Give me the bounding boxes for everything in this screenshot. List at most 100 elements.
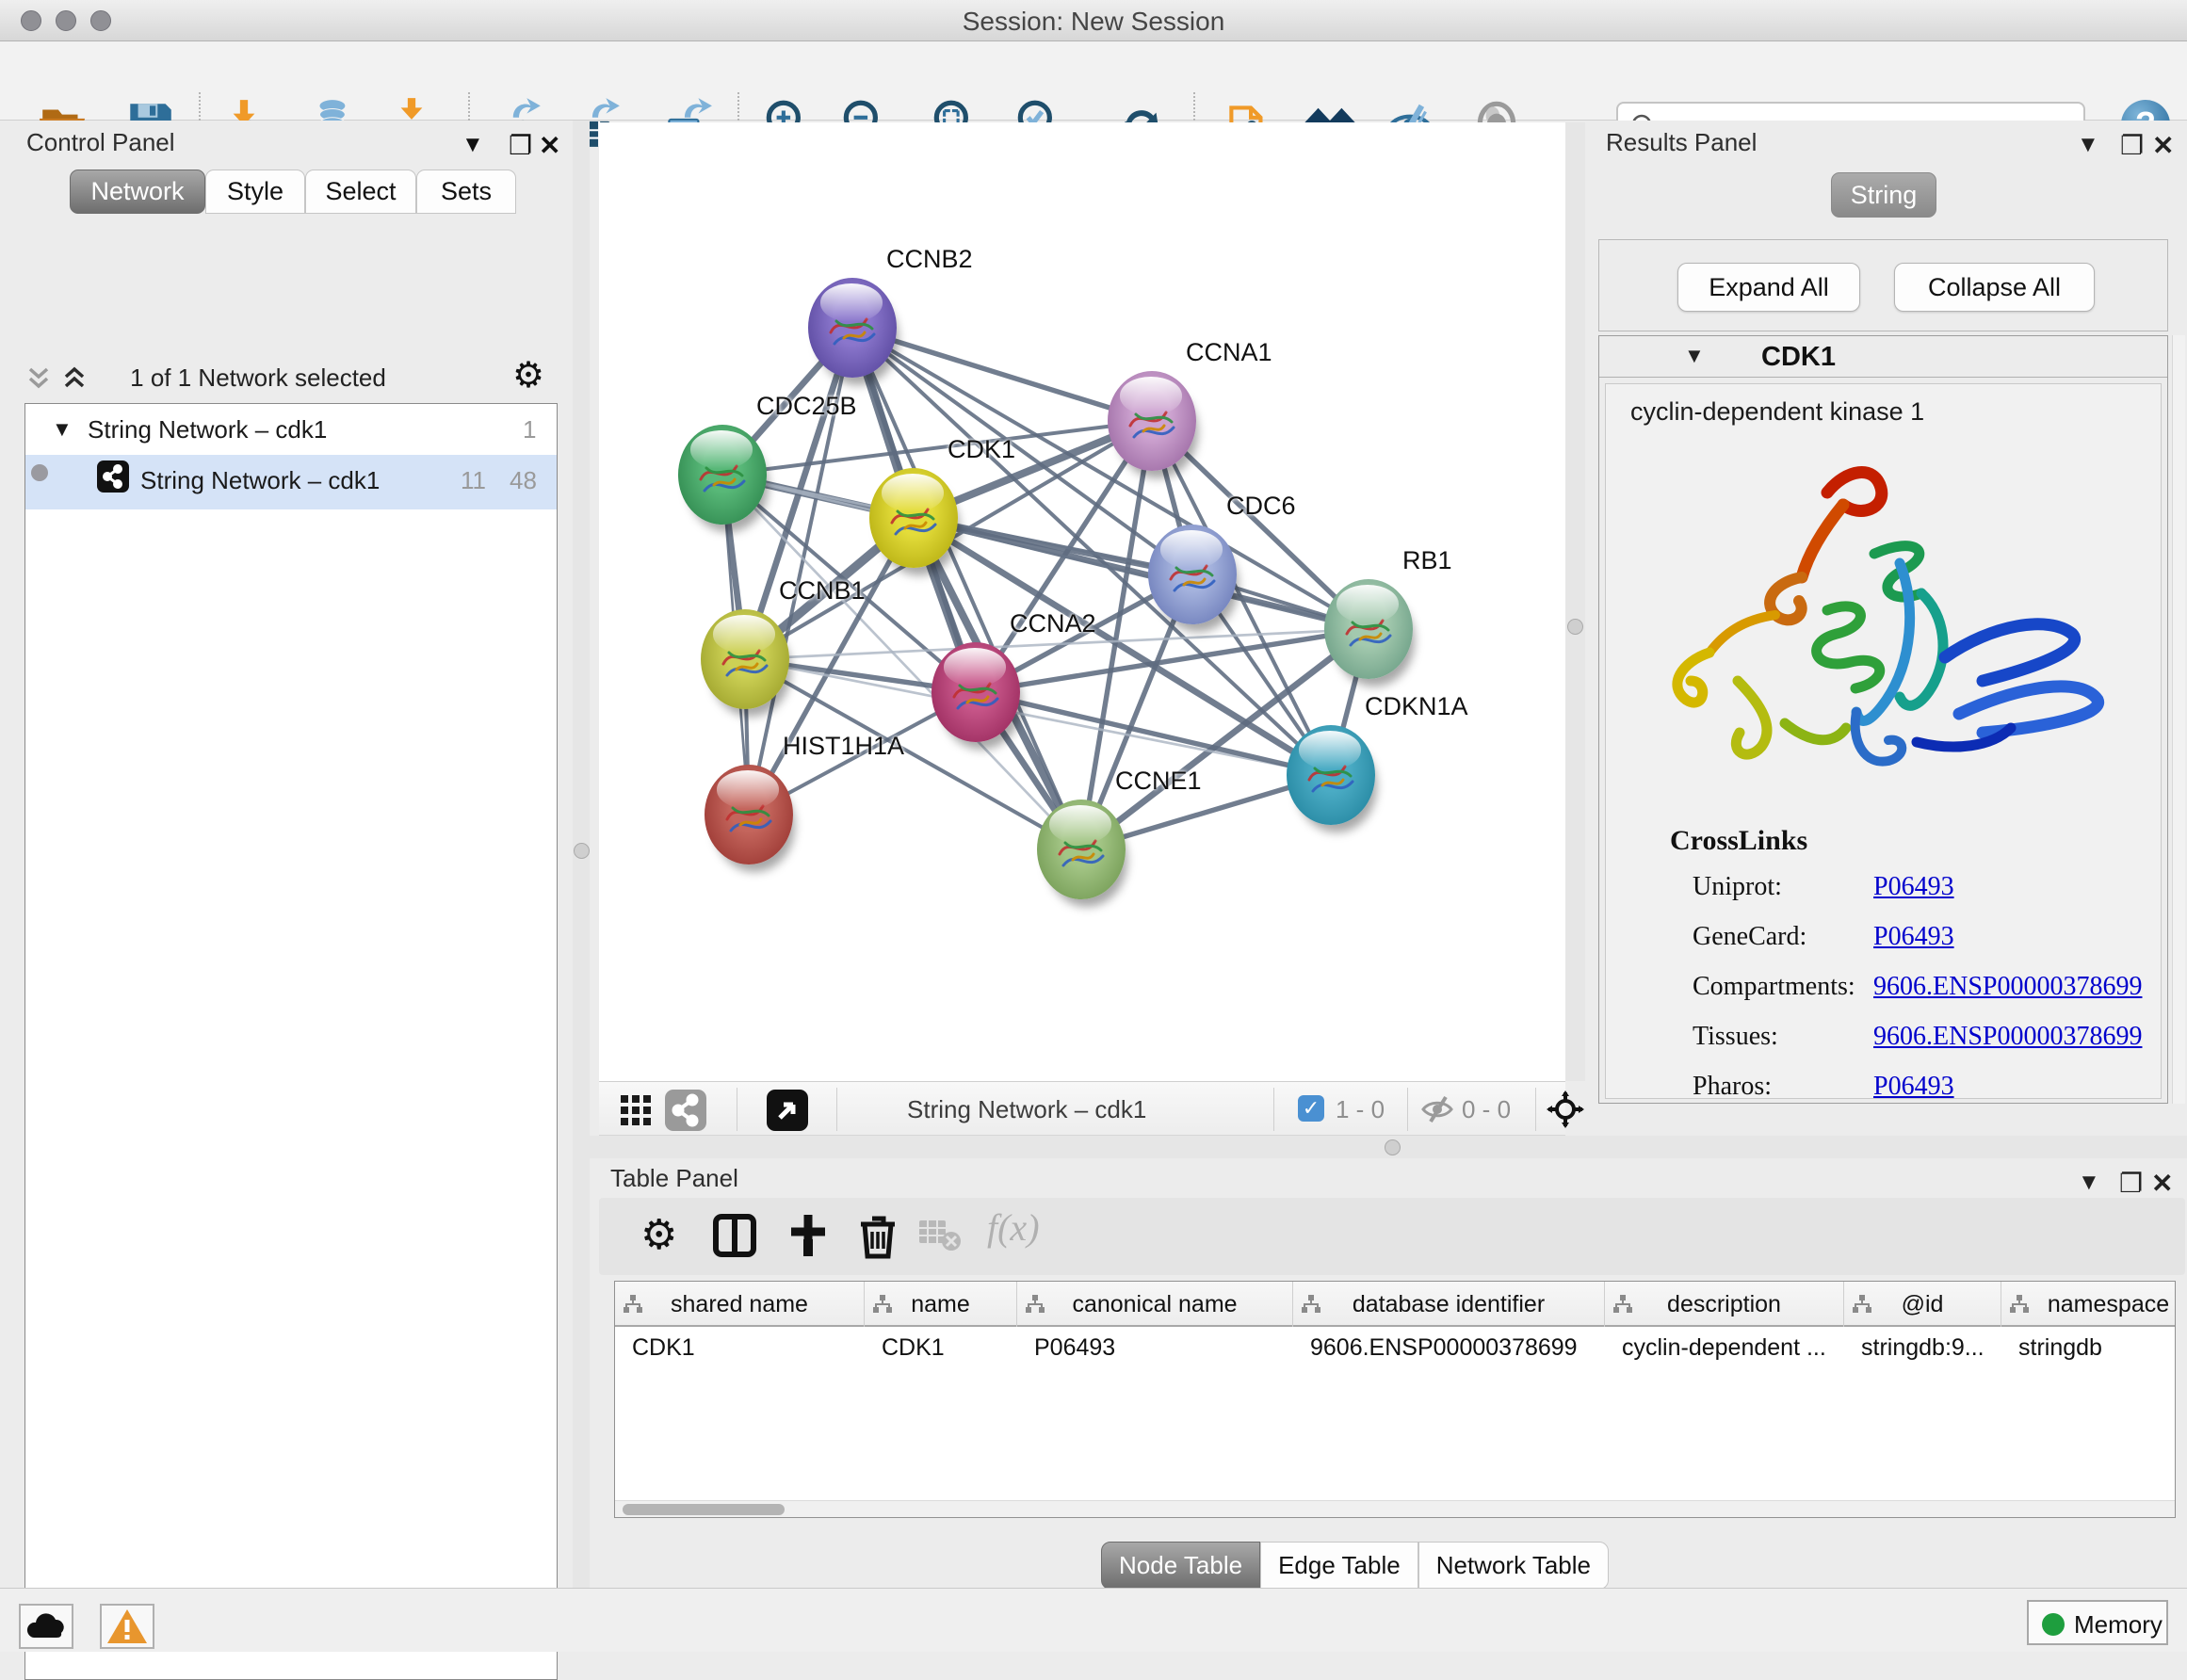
bottom-splitter-grip[interactable] [1385, 1139, 1401, 1155]
panel-float-icon[interactable]: ❐ [2119, 1168, 2143, 1199]
network-row-selected[interactable]: String Network – cdk1 11 48 [25, 455, 557, 509]
network-view-icon[interactable] [665, 1090, 706, 1131]
gear-icon[interactable]: ⚙ [512, 354, 544, 396]
tab-style[interactable]: Style [205, 170, 305, 214]
node-CCNB2[interactable] [808, 278, 897, 378]
delete-table-icon[interactable] [919, 1220, 963, 1254]
gene-section-header[interactable]: ▼ CDK1 [1599, 336, 2167, 378]
crosslink-link[interactable]: P06493 [1873, 872, 1954, 902]
panel-collapse-icon[interactable]: ▼ [2078, 1170, 2100, 1196]
column-header-databaseidentifier[interactable]: database identifier [1293, 1282, 1605, 1327]
attribute-icon [1025, 1294, 1045, 1315]
memory-button[interactable]: Memory [2027, 1600, 2168, 1645]
table-cell[interactable]: 9606.ENSP00000378699 [1310, 1334, 1599, 1362]
table-cell[interactable]: stringdb [2018, 1334, 2176, 1362]
node-label-CCNB2: CCNB2 [886, 245, 973, 274]
left-splitter-grip[interactable] [574, 843, 590, 859]
column-header-name[interactable]: name [865, 1282, 1017, 1327]
crosslink-link[interactable]: P06493 [1873, 1072, 1954, 1102]
node-CCNA1[interactable] [1108, 371, 1196, 471]
right-splitter-grip[interactable] [1567, 619, 1583, 635]
column-header-sharedname[interactable]: shared name [615, 1282, 865, 1327]
table-cell[interactable]: stringdb:9... [1861, 1334, 1996, 1362]
node-gloss [1049, 805, 1111, 843]
node-gloss [944, 648, 1006, 686]
panel-float-icon[interactable]: ❐ [2120, 130, 2144, 161]
selected-count: 1 - 0 [1336, 1095, 1385, 1124]
column-header-description[interactable]: description [1605, 1282, 1844, 1327]
panel-close-icon[interactable]: ✕ [2151, 1168, 2173, 1199]
table-horizontal-scrollbar[interactable] [615, 1500, 2175, 1517]
edge-CCNB2-CCNE1[interactable] [852, 328, 1081, 849]
scrollbar-thumb[interactable] [623, 1504, 785, 1515]
edge-CDK1-RB1[interactable] [914, 518, 1369, 629]
panel-close-icon[interactable]: ✕ [2152, 130, 2174, 161]
function-builder-icon[interactable]: f(x) [987, 1205, 1040, 1250]
warning-status-button[interactable] [100, 1604, 154, 1649]
tab-sets[interactable]: Sets [416, 170, 516, 214]
grid-view-icon[interactable] [620, 1094, 652, 1126]
add-column-icon[interactable] [784, 1211, 833, 1260]
cloud-status-button[interactable] [19, 1604, 73, 1649]
collapse-all-button[interactable]: Collapse All [1894, 263, 2095, 312]
node-CCNE1[interactable] [1037, 800, 1126, 899]
node-CDC6[interactable] [1148, 525, 1237, 624]
node-CCNB1[interactable] [701, 609, 789, 709]
right-splitter[interactable] [1565, 122, 1585, 1081]
gear-icon[interactable]: ⚙ [640, 1211, 677, 1260]
selected-checkbox-icon[interactable]: ✓ [1298, 1095, 1324, 1122]
tab-network-table[interactable]: Network Table [1418, 1542, 1609, 1590]
expand-all-button[interactable]: Expand All [1677, 263, 1860, 312]
results-scrollbar[interactable] [2172, 335, 2185, 1104]
node-CDKN1A[interactable] [1287, 725, 1375, 825]
network-canvas[interactable]: CCNB2CCNA1CDC25BCDK1CDC6RB1CCNB1CCNA2HIS… [599, 122, 1565, 1081]
panel-collapse-icon[interactable]: ▼ [462, 132, 484, 158]
crosslink-link[interactable]: 9606.ENSP00000378699 [1873, 972, 2142, 1002]
control-panel-tabs: NetworkStyleSelectSets [70, 170, 559, 214]
tab-string[interactable]: String [1831, 172, 1936, 218]
tab-node-table[interactable]: Node Table [1101, 1542, 1260, 1590]
window-title: Session: New Session [0, 7, 2187, 37]
node-CDC25B[interactable] [678, 425, 767, 525]
crosslink-label: GeneCard: [1693, 922, 1806, 951]
tab-edge-table[interactable]: Edge Table [1260, 1542, 1418, 1590]
hidden-eye-icon[interactable] [1420, 1095, 1454, 1123]
node-label-CCNE1: CCNE1 [1115, 767, 1202, 796]
crosslink-link[interactable]: 9606.ENSP00000378699 [1873, 1022, 2142, 1052]
columns-icon[interactable] [710, 1211, 759, 1260]
node-CDK1[interactable] [869, 468, 958, 568]
birdseye-view-icon[interactable] [767, 1090, 808, 1131]
panel-float-icon[interactable]: ❐ [509, 130, 532, 161]
tree-expander-icon[interactable]: ▼ [52, 417, 73, 442]
crosslink-link[interactable]: P06493 [1873, 922, 1954, 952]
table-cell[interactable]: P06493 [1034, 1334, 1288, 1362]
memory-status-icon [2042, 1613, 2065, 1636]
node-gloss [820, 283, 883, 321]
delete-column-icon[interactable] [853, 1211, 902, 1260]
column-header-canonicalname[interactable]: canonical name [1017, 1282, 1293, 1327]
node-label-CCNB1: CCNB1 [779, 576, 866, 606]
table-cell[interactable]: CDK1 [882, 1334, 1012, 1362]
node-RB1[interactable] [1324, 579, 1413, 679]
network-collection-label: String Network – cdk1 [88, 415, 327, 444]
table-cell[interactable]: CDK1 [632, 1334, 859, 1362]
tab-select[interactable]: Select [305, 170, 416, 214]
gene-description: cyclin-dependent kinase 1 [1630, 397, 1924, 427]
node-gloss [1160, 530, 1223, 568]
node-gloss [717, 770, 779, 808]
column-header-id[interactable]: @id [1844, 1282, 2001, 1327]
panel-close-icon[interactable]: ✕ [539, 130, 560, 161]
control-panel: Control Panel ▼ ❐ ✕ NetworkStyleSelectSe… [0, 121, 573, 1588]
node-CCNA2[interactable] [932, 642, 1020, 742]
node-label-CDC25B: CDC25B [756, 392, 857, 421]
section-collapse-icon[interactable]: ▼ [1684, 344, 1705, 368]
node-label-CCNA2: CCNA2 [1010, 609, 1096, 638]
table-cell[interactable]: cyclin-dependent ... [1622, 1334, 1839, 1362]
move-crosshair-icon[interactable] [1547, 1090, 1584, 1128]
panel-collapse-icon[interactable]: ▼ [2077, 132, 2099, 158]
column-header-namespace[interactable]: namespace [2001, 1282, 2176, 1327]
tab-network[interactable]: Network [70, 170, 205, 214]
network-collection-row[interactable]: ▼ String Network – cdk1 1 [25, 415, 557, 453]
crosslink-row: Pharos:P06493 [1693, 1072, 2145, 1102]
node-HIST1H1A[interactable] [705, 765, 793, 864]
